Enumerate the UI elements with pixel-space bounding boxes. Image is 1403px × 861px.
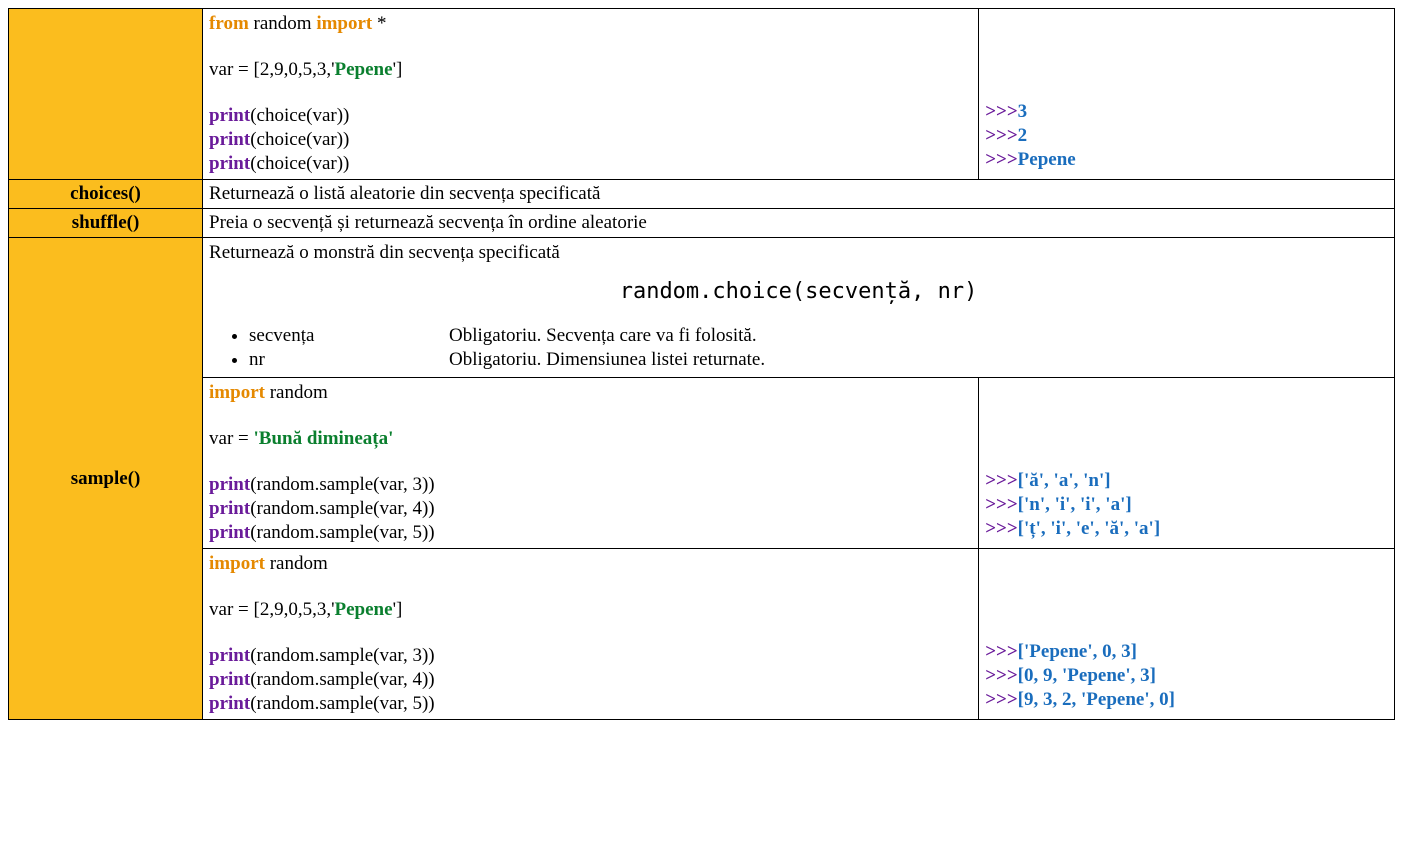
- code-text: random: [265, 553, 328, 574]
- output-cell: >>>3 >>>2 >>>Pepene: [979, 9, 1395, 180]
- code-text: var = [2,9,0,5,3,': [209, 599, 334, 620]
- code-text: ']: [393, 59, 403, 80]
- table-row: shuffle() Preia o secvență și returnează…: [9, 209, 1395, 238]
- string-literal: 'Bună dimineața': [254, 428, 394, 449]
- list-item: nrObligatoriu. Dimensiunea listei return…: [249, 348, 1388, 372]
- keyword-print: print: [209, 474, 250, 495]
- output-prompt: >>>: [985, 470, 1017, 491]
- table-row: sample() Returnează o monstră din secven…: [9, 238, 1395, 378]
- keyword-print: print: [209, 498, 250, 519]
- description-cell: Preia o secvență și returnează secvența …: [203, 209, 1395, 238]
- string-literal: Pepene: [335, 59, 393, 80]
- code-text: random: [265, 382, 328, 403]
- code-cell: from random import * var = [2,9,0,5,3,'P…: [203, 9, 979, 180]
- code-text: (random.sample(var, 4)): [250, 498, 434, 519]
- output-cell: >>>['ă', 'a', 'n'] >>>['n', 'i', 'i', 'a…: [979, 378, 1395, 549]
- code-text: (random.sample(var, 4)): [250, 669, 434, 690]
- code-cell: import random var = 'Bună dimineața' pri…: [203, 378, 979, 549]
- list-item: secvențaObligatoriu. Secvența care va fi…: [249, 324, 1388, 348]
- output-value: 3: [1018, 101, 1028, 122]
- keyword-from: from: [209, 13, 249, 34]
- output-prompt: >>>: [985, 689, 1017, 710]
- table-row: from random import * var = [2,9,0,5,3,'P…: [9, 9, 1395, 180]
- param-desc: Obligatoriu. Secvența care va fi folosit…: [449, 325, 757, 346]
- keyword-print: print: [209, 153, 250, 174]
- output-value: ['Pepene', 0, 3]: [1018, 641, 1137, 662]
- keyword-print: print: [209, 105, 250, 126]
- method-cell-choice: [9, 9, 203, 180]
- keyword-print: print: [209, 669, 250, 690]
- output-value: Pepene: [1018, 149, 1076, 170]
- table-row: import random var = [2,9,0,5,3,'Pepene']…: [9, 549, 1395, 720]
- output-prompt: >>>: [985, 665, 1017, 686]
- output-prompt: >>>: [985, 149, 1017, 170]
- keyword-import: import: [316, 13, 372, 34]
- code-cell: import random var = [2,9,0,5,3,'Pepene']…: [203, 549, 979, 720]
- output-cell: >>>['Pepene', 0, 3] >>>[0, 9, 'Pepene', …: [979, 549, 1395, 720]
- output-value: 2: [1018, 125, 1028, 146]
- keyword-import: import: [209, 382, 265, 403]
- code-text: (choice(var)): [250, 129, 349, 150]
- code-text: ']: [393, 599, 403, 620]
- keyword-print: print: [209, 645, 250, 666]
- param-name: nr: [249, 349, 449, 371]
- output-value: ['ț', 'i', 'e', 'ă', 'a']: [1018, 518, 1160, 539]
- code-text: var = [2,9,0,5,3,': [209, 59, 334, 80]
- keyword-print: print: [209, 129, 250, 150]
- description-cell: Returnează o monstră din secvența specif…: [203, 238, 1395, 378]
- output-prompt: >>>: [985, 125, 1017, 146]
- code-text: var =: [209, 428, 253, 449]
- param-desc: Obligatoriu. Dimensiunea listei returnat…: [449, 349, 765, 370]
- output-value: [9, 3, 2, 'Pepene', 0]: [1018, 689, 1175, 710]
- methods-table: from random import * var = [2,9,0,5,3,'P…: [8, 8, 1395, 720]
- code-text: (random.sample(var, 5)): [250, 693, 434, 714]
- params-list: secvențaObligatoriu. Secvența care va fi…: [249, 324, 1388, 372]
- code-text: (choice(var)): [250, 105, 349, 126]
- output-prompt: >>>: [985, 641, 1017, 662]
- method-cell-choices: choices(): [9, 180, 203, 209]
- table-row: choices() Returnează o listă aleatorie d…: [9, 180, 1395, 209]
- description-cell: Returnează o listă aleatorie din secvenț…: [203, 180, 1395, 209]
- keyword-print: print: [209, 693, 250, 714]
- method-cell-sample: sample(): [9, 238, 203, 720]
- table-row: import random var = 'Bună dimineața' pri…: [9, 378, 1395, 549]
- output-prompt: >>>: [985, 518, 1017, 539]
- code-text: (choice(var)): [250, 153, 349, 174]
- output-prompt: >>>: [985, 494, 1017, 515]
- code-text: (random.sample(var, 5)): [250, 522, 434, 543]
- code-text: *: [372, 13, 386, 34]
- keyword-import: import: [209, 553, 265, 574]
- signature-text: random.choice(secvență, nr): [209, 265, 1388, 318]
- keyword-print: print: [209, 522, 250, 543]
- description-text: Returnează o monstră din secvența specif…: [209, 241, 1388, 265]
- string-literal: Pepene: [335, 599, 393, 620]
- output-value: ['n', 'i', 'i', 'a']: [1018, 494, 1132, 515]
- method-cell-shuffle: shuffle(): [9, 209, 203, 238]
- param-name: secvența: [249, 325, 449, 347]
- code-text: (random.sample(var, 3)): [250, 645, 434, 666]
- code-text: random: [249, 13, 317, 34]
- output-prompt: >>>: [985, 101, 1017, 122]
- output-value: ['ă', 'a', 'n']: [1018, 470, 1111, 491]
- code-text: (random.sample(var, 3)): [250, 474, 434, 495]
- output-value: [0, 9, 'Pepene', 3]: [1018, 665, 1156, 686]
